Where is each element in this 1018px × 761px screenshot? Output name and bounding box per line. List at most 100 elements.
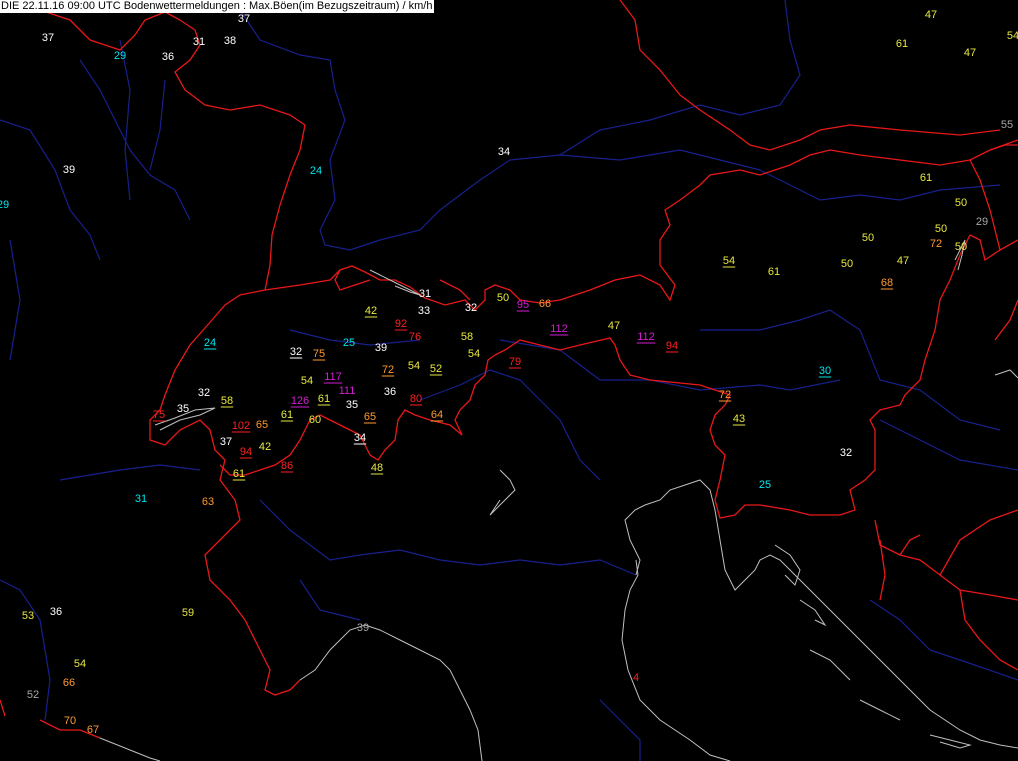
station-value: 95 <box>517 299 529 311</box>
station-value: 112 <box>550 323 568 335</box>
station-value: 54 <box>74 658 86 670</box>
station-value: 36 <box>384 386 396 398</box>
station-value: 36 <box>162 51 174 63</box>
station-value: 59 <box>182 607 194 619</box>
station-value: 102 <box>232 420 250 432</box>
station-value: 61 <box>920 172 932 184</box>
station-value: 112 <box>637 331 655 343</box>
weather-map: 3729363138374761475455392429346150295072… <box>0 0 1018 761</box>
station-value: 75 <box>153 409 165 421</box>
station-value: 29 <box>976 216 988 228</box>
station-value: 50 <box>862 232 874 244</box>
station-value: 63 <box>202 496 214 508</box>
station-value: 50 <box>935 223 947 235</box>
station-value: 54 <box>408 360 420 372</box>
station-value: 4 <box>633 672 639 684</box>
station-value: 43 <box>733 413 745 425</box>
station-value: 52 <box>27 689 39 701</box>
station-value: 32 <box>465 302 477 314</box>
station-value: 58 <box>461 331 473 343</box>
station-value: 126 <box>291 395 309 407</box>
station-value: 94 <box>240 446 252 458</box>
station-value: 80 <box>410 393 422 405</box>
station-value: 72 <box>930 238 942 250</box>
station-value: 24 <box>310 165 322 177</box>
station-value: 42 <box>365 305 377 317</box>
station-value: 47 <box>608 320 620 332</box>
station-value: 86 <box>281 460 293 472</box>
station-value: 37 <box>238 13 250 25</box>
station-value: 55 <box>1001 119 1013 131</box>
station-value: 54 <box>301 375 313 387</box>
station-value: 42 <box>259 441 271 453</box>
station-value: 35 <box>177 403 189 415</box>
station-value: 36 <box>50 606 62 618</box>
station-value: 66 <box>539 298 551 310</box>
station-value: 39 <box>63 164 75 176</box>
map-header: DIE 22.11.16 09:00 UTC Bodenwettermeldun… <box>0 0 435 13</box>
station-value: 75 <box>313 348 325 360</box>
station-value: 70 <box>64 715 76 727</box>
station-value: 52 <box>430 363 442 375</box>
station-value: 24 <box>204 337 216 349</box>
station-value: 66 <box>63 677 75 689</box>
station-value: 35 <box>346 399 358 411</box>
station-value: 32 <box>198 387 210 399</box>
station-value: 39 <box>357 622 369 634</box>
station-value: 34 <box>354 432 366 444</box>
station-value: 61 <box>768 266 780 278</box>
station-value: 65 <box>256 419 268 431</box>
station-value: 48 <box>371 462 383 474</box>
station-value: 50 <box>955 197 967 209</box>
station-value: 50 <box>841 258 853 270</box>
borders-layer <box>0 0 1018 739</box>
station-value: 54 <box>723 255 735 267</box>
station-value: 25 <box>343 337 355 349</box>
station-value: 30 <box>819 365 831 377</box>
station-value: 61 <box>281 409 293 421</box>
station-value: 76 <box>409 331 421 343</box>
header-title: DIE 22.11.16 09:00 UTC Bodenwettermeldun… <box>1 0 433 12</box>
station-value: 37 <box>42 32 54 44</box>
station-value: 117 <box>324 371 342 383</box>
station-value: 39 <box>375 342 387 354</box>
station-value: 94 <box>666 340 678 352</box>
station-value: 64 <box>431 409 443 421</box>
station-value: 38 <box>224 35 236 47</box>
station-value: 47 <box>925 9 937 21</box>
station-value: 111 <box>339 385 356 397</box>
station-value: 50 <box>955 241 967 253</box>
station-value: 34 <box>498 146 510 158</box>
rivers-layer <box>0 0 1018 761</box>
station-value: 58 <box>221 395 233 407</box>
station-value: 92 <box>395 318 407 330</box>
station-value: 47 <box>964 47 976 59</box>
station-value: 65 <box>364 411 376 423</box>
station-value: 72 <box>382 364 394 376</box>
station-value: 60 <box>309 414 321 426</box>
station-value: 54 <box>1007 30 1018 42</box>
station-value: 72 <box>719 389 731 401</box>
station-value: 79 <box>509 356 521 368</box>
station-value: 32 <box>290 346 302 358</box>
station-value: 61 <box>233 468 245 480</box>
station-value: 61 <box>896 38 908 50</box>
station-value: 61 <box>318 393 330 405</box>
station-value: 67 <box>87 724 99 736</box>
station-labels: 3729363138374761475455392429346150295072… <box>0 9 1018 736</box>
station-value: 33 <box>418 305 430 317</box>
coastline-layer <box>99 239 1018 761</box>
station-value: 53 <box>22 610 34 622</box>
station-value: 54 <box>468 348 480 360</box>
station-value: 31 <box>193 36 205 48</box>
station-value: 25 <box>759 479 771 491</box>
station-value: 29 <box>114 50 126 62</box>
station-value: 68 <box>881 277 893 289</box>
station-value: 37 <box>220 436 232 448</box>
station-value: 31 <box>135 493 147 505</box>
station-value: 29 <box>0 199 9 211</box>
station-value: 47 <box>897 255 909 267</box>
station-value: 32 <box>840 447 852 459</box>
station-value: 31 <box>419 288 431 300</box>
station-value: 50 <box>497 292 509 304</box>
